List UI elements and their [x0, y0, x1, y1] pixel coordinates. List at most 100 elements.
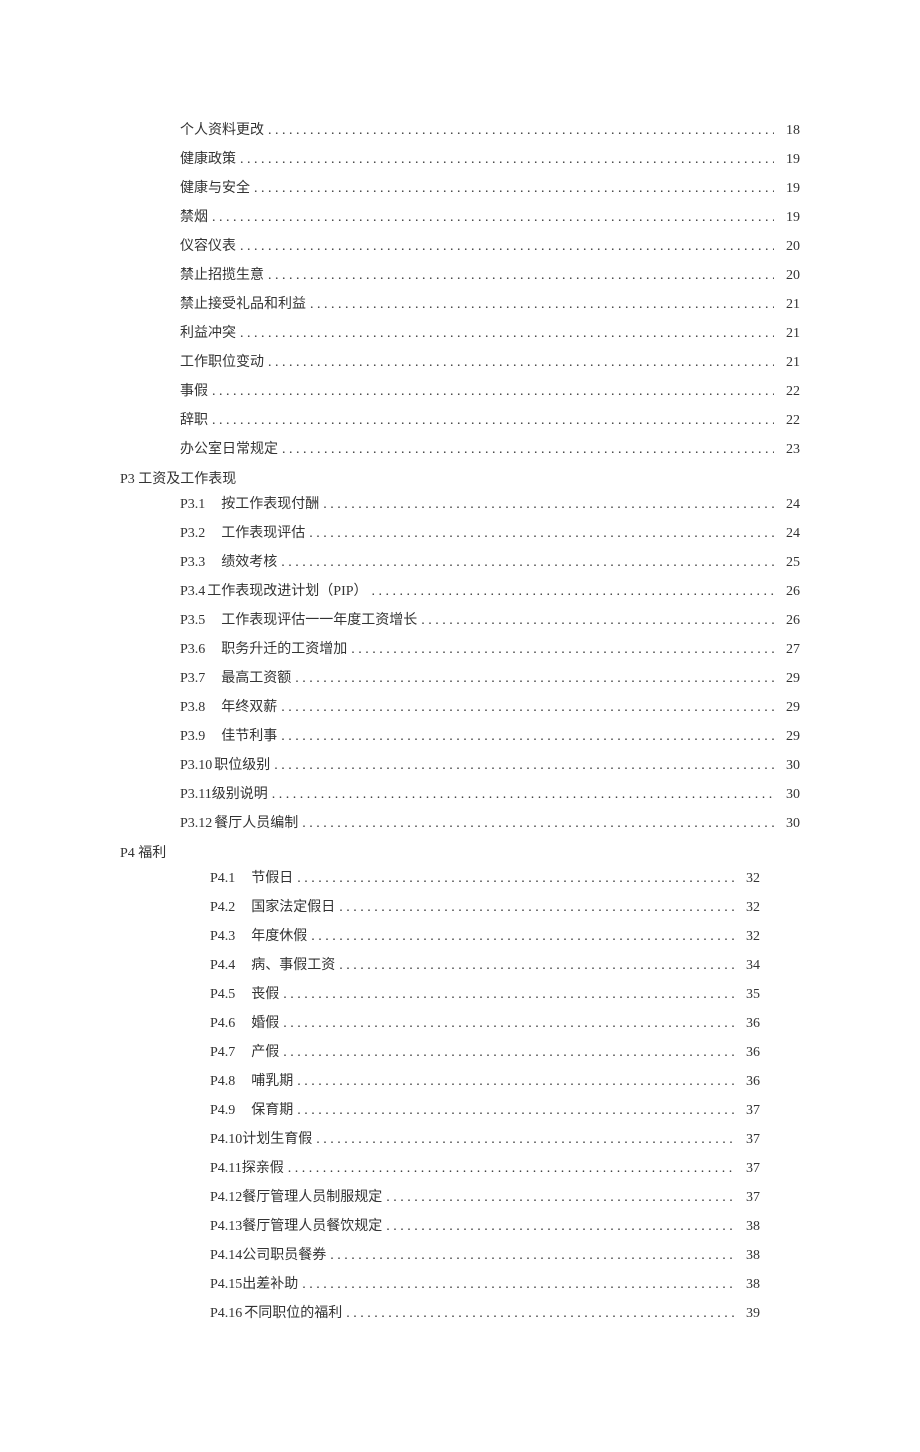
toc-entry: P3.4工作表现改进计划（PIP）26 [180, 581, 800, 602]
toc-prefix: P3.6 [180, 639, 205, 660]
toc-prefix: P4.9 [210, 1100, 235, 1121]
toc-prefix: P3.10 [180, 755, 212, 776]
toc-page-number: 30 [778, 755, 800, 776]
toc-group: P4.1节假日32P4.2国家法定假日32P4.3年度休假32P4.4病、事假工… [210, 868, 760, 1324]
toc-entry: P4.14公司职员餐券38 [210, 1245, 760, 1266]
toc-page-number: 29 [778, 726, 800, 747]
toc-page-number: 24 [778, 523, 800, 544]
toc-title: 办公室日常规定 [180, 439, 278, 460]
toc-leader-dots [283, 984, 734, 998]
toc-prefix: P3.5 [180, 610, 205, 631]
toc-title: 事假 [180, 381, 208, 402]
toc-leader-dots [212, 410, 774, 424]
document-page: 个人资料更改18健康政策19健康与安全19禁烟19仪容仪表20禁止招揽生意20禁… [0, 0, 920, 1452]
toc-title: 禁烟 [180, 207, 208, 228]
section-header: P4 福利 [120, 842, 800, 862]
toc-title: 禁止接受礼品和利益 [180, 294, 306, 315]
toc-title: 工作表现评估 [221, 523, 305, 544]
toc-leader-dots [282, 439, 774, 453]
toc-leader-dots [372, 581, 774, 595]
toc-prefix: P3.9 [180, 726, 205, 747]
toc-group: 个人资料更改18健康政策19健康与安全19禁烟19仪容仪表20禁止招揽生意20禁… [180, 120, 800, 460]
toc-title: 不同职位的福利 [244, 1303, 342, 1324]
toc-leader-dots [295, 668, 774, 682]
toc-page-number: 38 [738, 1274, 760, 1295]
toc-title: 出差补助 [242, 1274, 298, 1295]
toc-prefix: P4.6 [210, 1013, 235, 1034]
toc-leader-dots [297, 868, 734, 882]
toc-prefix: P3.3 [180, 552, 205, 573]
toc-prefix: P4.10 [210, 1129, 242, 1150]
toc-title: 健康政策 [180, 149, 236, 170]
toc-prefix: P3.8 [180, 697, 205, 718]
toc-prefix: P4.7 [210, 1042, 235, 1063]
toc-prefix: P3.2 [180, 523, 205, 544]
toc-title: 工作表现评估一一年度工资增长 [221, 610, 417, 631]
toc-title: 职位级别 [214, 755, 270, 776]
toc-page-number: 19 [778, 178, 800, 199]
toc-page-number: 22 [778, 381, 800, 402]
toc-leader-dots [351, 639, 774, 653]
toc-prefix: P4.3 [210, 926, 235, 947]
toc-entry: P3.5 工作表现评估一一年度工资增长 26 [180, 610, 800, 631]
toc-leader-dots [268, 352, 774, 366]
toc-leader-dots [240, 323, 774, 337]
toc-leader-dots [212, 381, 774, 395]
toc-title: 工作职位变动 [180, 352, 264, 373]
toc-entry: P3.12餐厅人员编制30 [180, 813, 800, 834]
toc-leader-dots [240, 149, 774, 163]
toc-page-number: 30 [778, 784, 800, 805]
toc-prefix: P3.1 [180, 494, 205, 515]
toc-title: 仪容仪表 [180, 236, 236, 257]
toc-leader-dots [310, 294, 774, 308]
toc-leader-dots [254, 178, 774, 192]
toc-page-number: 32 [738, 868, 760, 889]
toc-page-number: 36 [738, 1042, 760, 1063]
toc-title: 保育期 [251, 1100, 293, 1121]
toc-leader-dots [281, 552, 774, 566]
toc-page-number: 32 [738, 897, 760, 918]
toc-page-number: 22 [778, 410, 800, 431]
toc-entry: P4.8哺乳期36 [210, 1071, 760, 1092]
toc-entry: P4.11探亲假37 [210, 1158, 760, 1179]
toc-title: 探亲假 [242, 1158, 284, 1179]
toc-title: 病、事假工资 [251, 955, 335, 976]
toc-page-number: 30 [778, 813, 800, 834]
toc-leader-dots [212, 207, 774, 221]
toc-title: 辞职 [180, 410, 208, 431]
toc-entry: 禁止招揽生意20 [180, 265, 800, 286]
toc-prefix: P4.12 [210, 1187, 242, 1208]
toc-leader-dots [283, 1013, 734, 1027]
toc-entry: P4.3年度休假32 [210, 926, 760, 947]
toc-title: 年终双薪 [221, 697, 277, 718]
toc-leader-dots [268, 120, 774, 134]
toc-entry: P3.8年终双薪29 [180, 697, 800, 718]
toc-page-number: 21 [778, 294, 800, 315]
toc-page-number: 24 [778, 494, 800, 515]
toc-title: 工作表现改进计划（PIP） [207, 581, 367, 602]
toc-entry: 仪容仪表20 [180, 236, 800, 257]
toc-leader-dots [240, 236, 774, 250]
toc-prefix: P4.8 [210, 1071, 235, 1092]
toc-page-number: 37 [738, 1129, 760, 1150]
toc-prefix: P4.15 [210, 1274, 242, 1295]
toc-leader-dots [421, 610, 774, 624]
toc-page-number: 26 [778, 610, 800, 631]
toc-entry: 工作职位变动 21 [180, 352, 800, 373]
toc-entry: 健康与安全19 [180, 178, 800, 199]
toc-leader-dots [281, 726, 774, 740]
toc-page-number: 29 [778, 668, 800, 689]
toc-page-number: 37 [738, 1158, 760, 1179]
toc-page-number: 21 [778, 352, 800, 373]
toc-entry: P3.7最高工资额29 [180, 668, 800, 689]
toc-entry: 禁止接受礼品和利益 21 [180, 294, 800, 315]
toc-title: 丧假 [251, 984, 279, 1005]
toc-entry: 禁烟19 [180, 207, 800, 228]
toc-title: 公司职员餐券 [242, 1245, 326, 1266]
toc-leader-dots [302, 813, 774, 827]
toc-leader-dots [297, 1100, 734, 1114]
toc-title: 最高工资额 [221, 668, 291, 689]
toc-title: 哺乳期 [251, 1071, 293, 1092]
toc-leader-dots [297, 1071, 734, 1085]
toc-page-number: 20 [778, 265, 800, 286]
